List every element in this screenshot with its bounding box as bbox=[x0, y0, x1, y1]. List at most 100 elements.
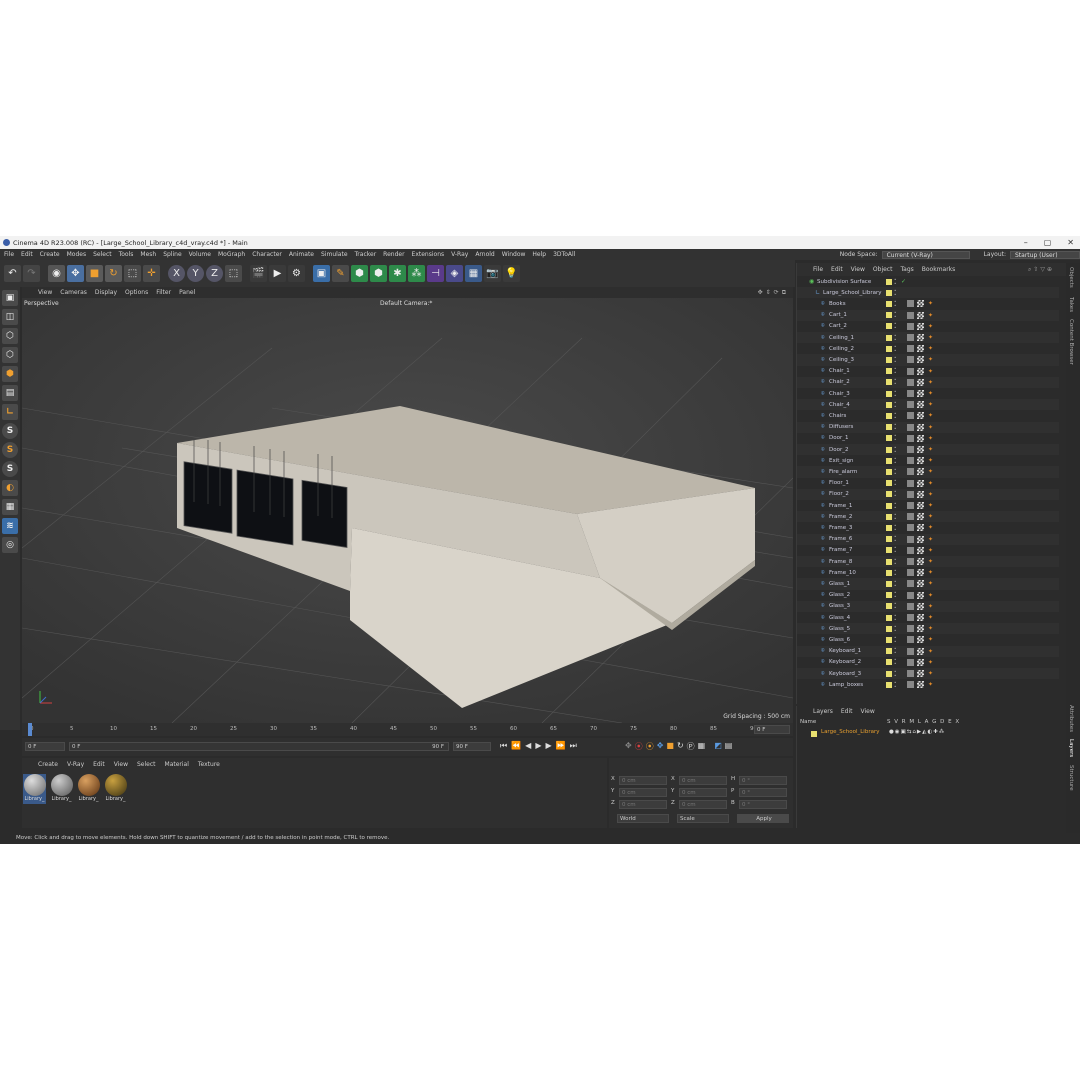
object-row[interactable]: ⍟ Frame_7 • • ✦ bbox=[797, 545, 1059, 556]
object-row[interactable]: ⍟ Chair_3 • • ✦ bbox=[797, 388, 1059, 399]
uvw-tag-icon[interactable] bbox=[917, 625, 924, 633]
uvw-tag-icon[interactable] bbox=[917, 412, 924, 420]
object-row[interactable]: ⍟ Ceiling_3 • • ✦ bbox=[797, 354, 1059, 366]
visibility-dots-icon[interactable]: • • bbox=[894, 434, 896, 442]
uvw-tag-icon[interactable] bbox=[917, 423, 924, 431]
object-row[interactable]: ⍟ Floor_1 • • ✦ bbox=[797, 478, 1059, 489]
tab-takes[interactable]: Takes bbox=[1068, 297, 1074, 312]
key-rotation-icon[interactable]: ↻ bbox=[677, 741, 684, 752]
texture-tag-icon[interactable] bbox=[907, 524, 914, 532]
autokey-icon[interactable]: ⦿ bbox=[646, 741, 654, 752]
object-name[interactable]: Frame_7 bbox=[829, 547, 852, 553]
uvw-tag-icon[interactable] bbox=[917, 300, 924, 308]
object-name[interactable]: Chair_2 bbox=[829, 379, 850, 385]
next-key-icon[interactable]: ⏩ bbox=[556, 741, 566, 751]
coord-value-field[interactable]: 0 ° bbox=[739, 800, 787, 809]
obj-menu-tags[interactable]: Tags bbox=[900, 266, 913, 273]
layer-color-icon[interactable] bbox=[886, 480, 892, 487]
scale-icon[interactable]: ■ bbox=[86, 265, 103, 282]
menu-tracker[interactable]: Tracker bbox=[355, 251, 377, 258]
menu-tools[interactable]: Tools bbox=[119, 251, 134, 258]
material-tag-icon[interactable]: ✦ bbox=[928, 659, 933, 666]
object-name[interactable]: Frame_6 bbox=[829, 536, 852, 542]
texture-tag-icon[interactable] bbox=[907, 468, 914, 476]
layer-color-icon[interactable] bbox=[886, 547, 892, 554]
rotate-icon[interactable]: ↻ bbox=[105, 265, 122, 282]
cloner-icon[interactable]: ✱ bbox=[389, 265, 406, 282]
visibility-dots-icon[interactable]: • • bbox=[894, 501, 896, 510]
layer-color-icon[interactable] bbox=[886, 424, 892, 431]
viewport-menu-cameras[interactable]: Cameras bbox=[60, 289, 87, 296]
coord-value-field[interactable]: 0 cm bbox=[679, 776, 727, 785]
floor-icon[interactable]: ▦ bbox=[465, 265, 482, 282]
uvw-tag-icon[interactable] bbox=[917, 591, 924, 599]
object-row[interactable]: ⍟ Door_1 • • ✦ bbox=[797, 433, 1059, 444]
object-name[interactable]: Frame_2 bbox=[829, 514, 852, 520]
uvw-tag-icon[interactable] bbox=[917, 513, 924, 521]
undo-icon[interactable]: ↶ bbox=[4, 265, 21, 282]
texture-tag-icon[interactable] bbox=[907, 367, 914, 375]
uvw-tag-icon[interactable] bbox=[917, 345, 924, 353]
layer-color-icon[interactable] bbox=[886, 558, 892, 565]
layer-color-icon[interactable] bbox=[886, 457, 892, 464]
visibility-dots-icon[interactable]: • • bbox=[894, 658, 896, 666]
go-to-end-icon[interactable]: ⏭ bbox=[570, 741, 577, 751]
tab-attributes[interactable]: Attributes bbox=[1068, 705, 1074, 732]
layer-color-icon[interactable] bbox=[886, 412, 892, 419]
layer-color-icon[interactable] bbox=[886, 323, 892, 330]
uvw-tag-icon[interactable] bbox=[917, 490, 924, 498]
apply-button[interactable]: Apply bbox=[737, 814, 789, 823]
visibility-dots-icon[interactable]: • • bbox=[894, 535, 896, 543]
object-row[interactable]: ⍟ Keyboard_3 • • ✦ bbox=[797, 668, 1059, 680]
material-tag-icon[interactable]: ✦ bbox=[928, 547, 933, 554]
texture-tag-icon[interactable] bbox=[907, 378, 914, 386]
object-name[interactable]: Glass_1 bbox=[829, 581, 850, 587]
texture-tag-icon[interactable] bbox=[907, 446, 914, 454]
uvw-tag-icon[interactable] bbox=[917, 378, 924, 386]
x-axis-icon[interactable]: X bbox=[168, 265, 185, 282]
tab-structure[interactable]: Structure bbox=[1068, 765, 1074, 791]
texture-tag-icon[interactable] bbox=[907, 412, 914, 420]
visibility-dots-icon[interactable]: • • bbox=[894, 579, 896, 588]
make-editable-icon[interactable]: ▣ bbox=[2, 290, 18, 306]
uvw-tag-icon[interactable] bbox=[917, 322, 924, 330]
material-swatch[interactable]: Library_ bbox=[77, 774, 100, 804]
object-row[interactable]: ⍟ Glass_2 • • ✦ bbox=[797, 590, 1059, 601]
visibility-dots-icon[interactable]: • • bbox=[894, 456, 896, 465]
object-name[interactable]: Frame_3 bbox=[829, 525, 852, 531]
next-frame-icon[interactable]: ▶ bbox=[545, 741, 551, 751]
layer-color-icon[interactable] bbox=[886, 524, 892, 531]
texture-tag-icon[interactable] bbox=[907, 647, 914, 655]
object-name[interactable]: Fire_alarm bbox=[829, 469, 857, 475]
uvw-tag-icon[interactable] bbox=[917, 658, 924, 666]
material-tag-icon[interactable]: ✦ bbox=[928, 446, 933, 453]
render-settings-icon[interactable]: ⚙ bbox=[288, 265, 305, 282]
cube-icon[interactable]: ▣ bbox=[313, 265, 330, 282]
start-frame-field[interactable]: 0 F bbox=[25, 742, 65, 751]
mat-menu-material[interactable]: Material bbox=[165, 761, 189, 768]
layer-color-icon[interactable] bbox=[886, 446, 892, 453]
material-swatch[interactable]: Library_ bbox=[50, 774, 73, 804]
uvw-tag-icon[interactable] bbox=[917, 367, 924, 375]
material-tag-icon[interactable]: ✦ bbox=[928, 569, 933, 576]
texture-mode-icon[interactable]: ⬡ bbox=[2, 328, 18, 344]
deformer-icon[interactable]: ⊣ bbox=[427, 265, 444, 282]
uvw-tag-icon[interactable] bbox=[917, 636, 924, 644]
layer-menu-edit[interactable]: Edit bbox=[841, 708, 853, 715]
visibility-dots-icon[interactable]: • • bbox=[894, 333, 896, 342]
select-icon[interactable]: ◉ bbox=[48, 265, 65, 282]
layer-color-icon[interactable] bbox=[886, 592, 892, 599]
material-tag-icon[interactable]: ✦ bbox=[928, 435, 933, 442]
object-name[interactable]: Frame_8 bbox=[829, 559, 852, 565]
visibility-dots-icon[interactable]: • • bbox=[894, 411, 896, 420]
object-row[interactable]: ⍟ Books • • ✦ bbox=[797, 298, 1059, 309]
mat-menu-vray[interactable]: V-Ray bbox=[67, 761, 84, 768]
previous-key-icon[interactable]: ⏪ bbox=[511, 741, 521, 751]
object-name[interactable]: Keyboard_2 bbox=[829, 659, 861, 665]
layer-color-swatch[interactable] bbox=[811, 731, 817, 737]
uvw-tag-icon[interactable] bbox=[917, 614, 924, 622]
object-name[interactable]: Ceiling_1 bbox=[829, 335, 854, 341]
object-row[interactable]: ⍟ Fire_alarm • • ✦ bbox=[797, 466, 1059, 478]
object-name[interactable]: Keyboard_1 bbox=[829, 648, 861, 654]
visibility-dots-icon[interactable]: • • bbox=[894, 322, 896, 330]
